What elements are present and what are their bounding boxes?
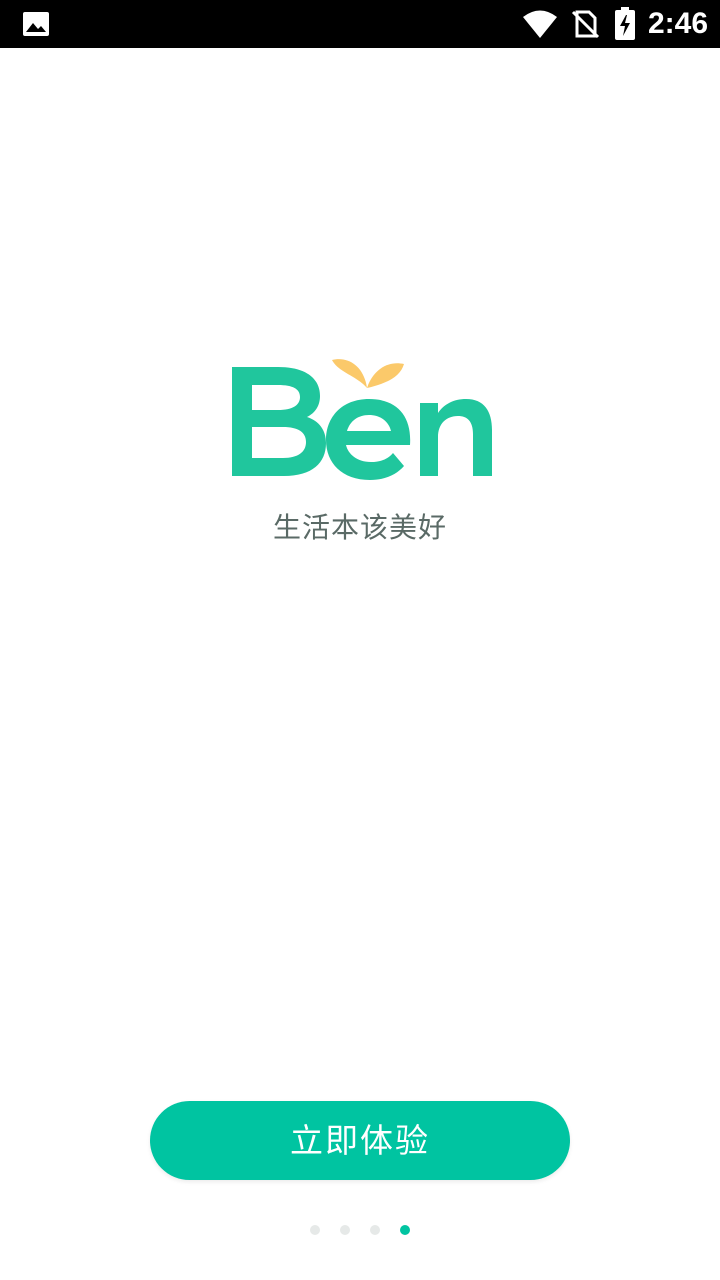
gallery-icon	[23, 12, 49, 36]
page-dot-4-active[interactable]	[400, 1225, 410, 1235]
no-sim-icon	[571, 10, 600, 39]
page-dot-3[interactable]	[370, 1225, 380, 1235]
wifi-icon	[523, 10, 557, 38]
battery-charging-icon	[615, 7, 635, 40]
ben-logo	[232, 359, 492, 480]
tagline: 生活本该美好	[272, 511, 447, 544]
page-dot-1[interactable]	[310, 1225, 320, 1235]
status-bar: 2:46	[0, 0, 720, 48]
try-now-button[interactable]: 立即体验	[150, 1101, 570, 1180]
welcome-screen: 2:46 生活本该美好 立即体验	[0, 0, 720, 1280]
status-time: 2:46	[648, 7, 709, 40]
page-indicator	[300, 1222, 420, 1238]
page-dot-2[interactable]	[340, 1225, 350, 1235]
